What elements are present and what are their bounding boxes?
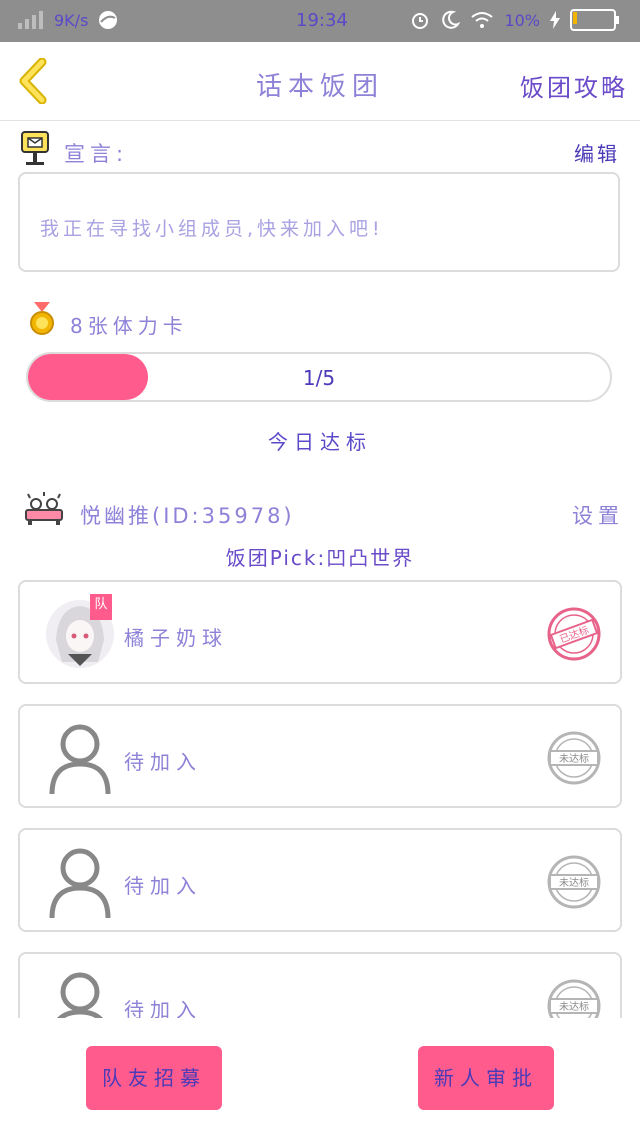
member-card[interactable]: 队 橘子奶球 已达标: [18, 580, 622, 684]
unqualified-stamp-icon: 未达标: [547, 855, 601, 909]
person-placeholder-icon: [49, 848, 111, 918]
stamina-card-label: 8张体力卡: [70, 314, 188, 338]
unqualified-stamp-icon: 未达标: [547, 731, 601, 785]
team-icon: [25, 492, 63, 525]
app-notification-icon: [99, 11, 118, 29]
team-leader-row: 悦幽推(ID:35978) 设置: [24, 490, 624, 532]
moon-icon: [442, 10, 461, 29]
status-bar: 9K/s 19:34 10%: [0, 0, 640, 42]
battery-level: [573, 12, 577, 24]
declaration-box[interactable]: 我正在寻找小组成员,快来加入吧!: [18, 172, 620, 272]
clock: 19:34: [296, 10, 348, 31]
declaration-label: 宣言:: [64, 142, 129, 166]
stamp-text: 未达标: [559, 753, 589, 765]
charging-icon: [550, 11, 560, 29]
network-speed: 9K/s: [54, 10, 89, 30]
progress-text: 1/5: [302, 366, 336, 390]
wifi-icon: [471, 12, 494, 28]
mailbox-icon: [21, 131, 49, 165]
member-card[interactable]: 待加入 未达标: [18, 704, 622, 808]
member-card[interactable]: 待加入 未达标: [18, 828, 622, 932]
declaration-header: 宣言: 编辑: [20, 128, 624, 168]
alarm-icon: [412, 13, 429, 29]
bottom-action-bar: 队友招募 新人审批: [0, 1018, 640, 1138]
unqualified-stamp-icon: 未达标: [547, 979, 601, 1018]
progress-bar: 1/5: [26, 352, 612, 402]
recruit-button[interactable]: 队友招募: [86, 1046, 222, 1110]
member-name: 橘子奶球: [124, 626, 228, 650]
signal-icon: [18, 11, 43, 29]
qualified-stamp-icon: 已达标: [547, 607, 601, 661]
stamp-text: 未达标: [559, 1001, 589, 1013]
member-list[interactable]: 队 橘子奶球 已达标 待加入 未达标 待加入 未达标 待加入 未达标: [0, 560, 640, 1018]
person-placeholder-icon: [49, 724, 111, 794]
approve-button[interactable]: 新人审批: [418, 1046, 554, 1110]
member-name: 待加入: [124, 750, 202, 774]
person-placeholder-icon: [57, 972, 103, 1018]
member-name: 待加入: [124, 998, 202, 1018]
nav-bar: 话本饭团 饭团攻略: [0, 42, 640, 121]
goal-text: 今日达标: [268, 430, 372, 454]
medal-icon: [30, 302, 54, 335]
stamp-text: 未达标: [559, 877, 589, 889]
declaration-text: 我正在寻找小组成员,快来加入吧!: [40, 218, 384, 240]
guide-link[interactable]: 饭团攻略: [520, 68, 628, 103]
member-card[interactable]: 待加入 未达标: [18, 952, 622, 1018]
battery-percent: 10%: [504, 10, 540, 30]
captain-badge: 队: [90, 594, 112, 620]
member-name: 待加入: [124, 874, 202, 898]
edit-button[interactable]: 编辑: [574, 138, 620, 167]
leader-name: 悦幽推(ID:35978): [80, 504, 295, 528]
battery-icon: [570, 9, 619, 31]
settings-button[interactable]: 设置: [572, 500, 624, 530]
